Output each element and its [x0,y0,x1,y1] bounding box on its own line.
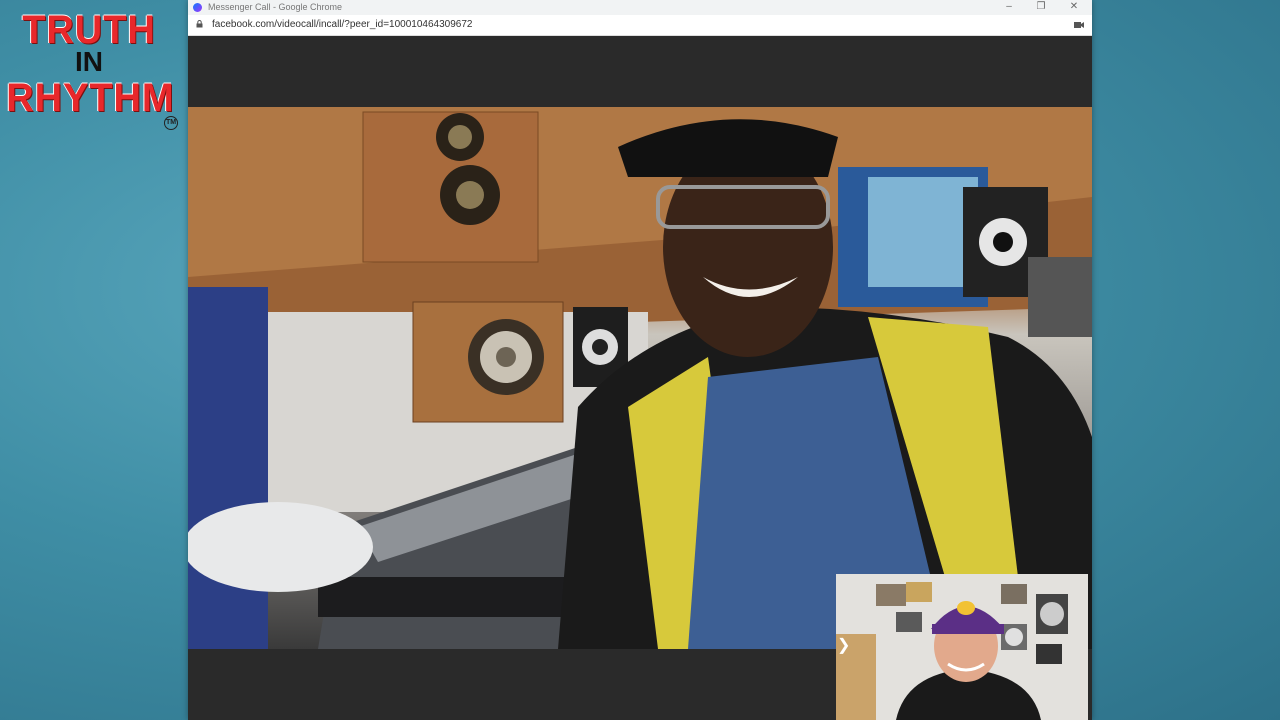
video-call-area: ❯ [188,36,1092,720]
trademark-icon: TM [164,116,178,130]
browser-window: Messenger Call - Google Chrome – ❐ ✕ fac… [188,0,1092,720]
truth-in-rhythm-logo: TRUTH IN RHYTHM TM [0,0,188,140]
self-view-image [836,574,1088,720]
restore-button[interactable]: ❐ [1026,0,1056,15]
logo-line-truth: TRUTH [22,8,156,52]
close-button[interactable]: ✕ [1059,0,1089,15]
lock-icon [196,20,203,28]
camera-icon[interactable] [1074,21,1084,29]
messenger-icon [193,3,202,12]
window-title: Messenger Call - Google Chrome [208,2,343,12]
main-video-image [188,107,1092,649]
address-bar[interactable]: facebook.com/videocall/incall/?peer_id=1… [188,15,1092,36]
url-text[interactable]: facebook.com/videocall/incall/?peer_id=1… [212,15,472,35]
self-view-video[interactable] [836,574,1088,720]
chevron-right-icon[interactable]: ❯ [837,636,850,656]
minimize-button[interactable]: – [994,0,1024,15]
main-video-feed [188,107,1092,649]
logo-line-in: IN [75,46,103,77]
title-bar: Messenger Call - Google Chrome – ❐ ✕ [188,0,1092,15]
logo-line-rhythm: RHYTHM [6,76,175,120]
